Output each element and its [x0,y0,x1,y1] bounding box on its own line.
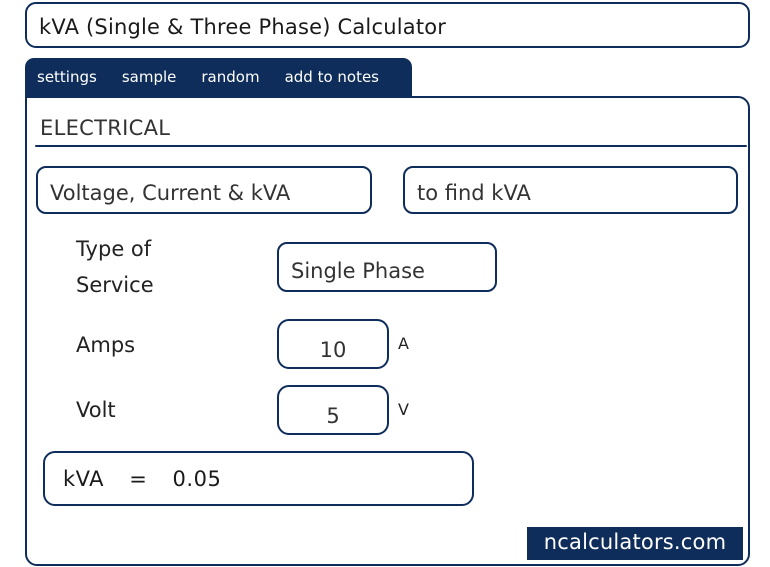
amps-unit: A [398,334,409,353]
section-divider [35,145,747,147]
tab-settings[interactable]: settings [29,68,105,86]
volt-label: Volt [76,398,116,422]
volt-input[interactable]: 5 [277,385,389,435]
tab-sample[interactable]: sample [114,68,185,86]
brand-logo-link[interactable]: ncalculators.com [527,527,743,560]
section-title: ELECTRICAL [40,116,171,140]
service-type-select[interactable]: Single Phase [277,242,497,292]
result-equals: = [129,467,148,491]
result-label: kVA [63,467,105,491]
calculator-title: kVA (Single & Three Phase) Calculator [25,2,750,48]
tab-add-to-notes[interactable]: add to notes [277,68,387,86]
target-select[interactable]: to find kVA [403,166,738,214]
volt-unit: V [398,400,409,419]
amps-input[interactable]: 10 [277,319,389,369]
tab-random[interactable]: random [193,68,267,86]
calc-mode-select[interactable]: Voltage, Current & kVA [36,166,372,214]
amps-label: Amps [76,333,136,357]
tab-bar: settings sample random add to notes [25,58,412,96]
result-value: 0.05 [172,467,222,491]
service-type-label: Type of Service [76,237,154,297]
result-box: kVA = 0.05 [43,451,474,506]
